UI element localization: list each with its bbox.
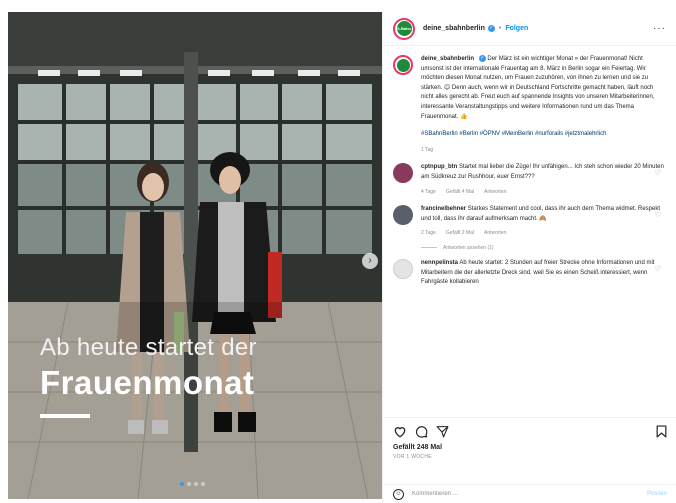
comment-timestamp: 2 Tage [421,230,436,237]
carousel-dot [194,482,198,486]
comment-text: Startet mal lieber die Züge! Ihr unfähig… [421,164,664,181]
comment-composer: ☺ Posten [383,484,676,503]
post-date: VOR 1 WOCHE [393,454,432,460]
more-options-icon[interactable]: ··· [653,23,666,34]
username-link[interactable]: deine_sbahnberlin [423,25,485,32]
likes-count[interactable]: Gefällt 248 Mal [393,444,667,451]
carousel-dot [180,482,184,486]
comment-likes[interactable]: Gefällt 4 Mal [446,188,474,198]
verified-badge-icon: ✓ [478,55,486,62]
next-slide-button[interactable]: › [362,253,378,269]
comment-like-icon[interactable]: ♡ [655,169,661,177]
comment-like-icon[interactable]: ♡ [655,211,661,219]
commenter-avatar[interactable] [393,205,413,226]
sbahn-logo-icon: S-Bahn [396,21,412,36]
commenter-avatar[interactable] [393,258,413,279]
post-comment-button[interactable]: Posten [647,491,667,497]
caption-timestamp: 1 Tag [421,146,434,153]
carousel-dot [201,482,205,486]
comment: nennpelinsta Ab heute startet: 2 Stunden… [393,258,667,288]
post-media[interactable]: Ab heute startet der Frauenmonat › [8,12,382,499]
sbahn-logo-icon [396,58,410,72]
view-replies-label: Antworten ansehen (1) [443,244,494,251]
comment: francinelbehner Starkes Statement und co… [393,205,667,239]
caption: deine_sbahnberlin ✓ Der März ist ein wic… [393,55,667,155]
comment-username[interactable]: nennpelinsta [421,260,458,266]
overlay-title: Frauenmonat [40,364,255,401]
follow-button[interactable]: Folgen [505,25,528,32]
comment-input[interactable] [412,491,647,497]
comments-feed[interactable]: deine_sbahnberlin ✓ Der März ist ein wic… [383,47,676,413]
comment-likes[interactable]: Gefällt 2 Mal [446,229,474,239]
comment-username[interactable]: cptnpup_btn [421,164,457,170]
station-photo [8,12,382,499]
caption-text: Der März ist ein wichtiger Monat » der F… [421,56,655,120]
carousel-dot [187,482,191,486]
emoji-icon[interactable]: ☺ [393,488,404,500]
separator: • [498,25,502,32]
overlay-headline: Ab heute startet der [40,334,257,361]
bookmark-icon[interactable] [656,424,667,438]
comment: cptnpup_btn Startet mal lieber die Züge!… [393,163,667,197]
divider [421,247,437,249]
avatar[interactable]: S-Bahn [393,17,415,40]
reply-button[interactable]: Antworten [484,229,507,239]
post-sidebar: S-Bahn deine_sbahnberlin ✓ • Folgen ··· … [382,12,676,503]
caption-username[interactable]: deine_sbahnberlin [421,56,474,62]
caption-hashtags[interactable]: #SBahnBerlin #Berlin #ÖPNV #MeinBerlin #… [421,130,667,140]
carousel-dots [180,482,205,486]
comment-icon[interactable] [415,425,428,438]
verified-badge-icon: ✓ [487,25,495,32]
commenter-avatar[interactable] [393,163,413,184]
post-actions: Gefällt 248 Mal VOR 1 WOCHE [383,417,676,460]
comment-timestamp: 4 Tage [421,188,436,195]
avatar[interactable] [393,55,413,75]
post-header: S-Bahn deine_sbahnberlin ✓ • Folgen ··· [383,12,676,46]
view-replies-button[interactable]: Antworten ansehen (1) [421,245,667,251]
reply-button[interactable]: Antworten [484,188,507,198]
heart-icon[interactable] [393,425,407,438]
comment-like-icon[interactable]: ♡ [655,265,661,273]
share-icon[interactable] [436,425,449,438]
overlay-underline [40,414,90,418]
comment-username[interactable]: francinelbehner [421,206,466,212]
